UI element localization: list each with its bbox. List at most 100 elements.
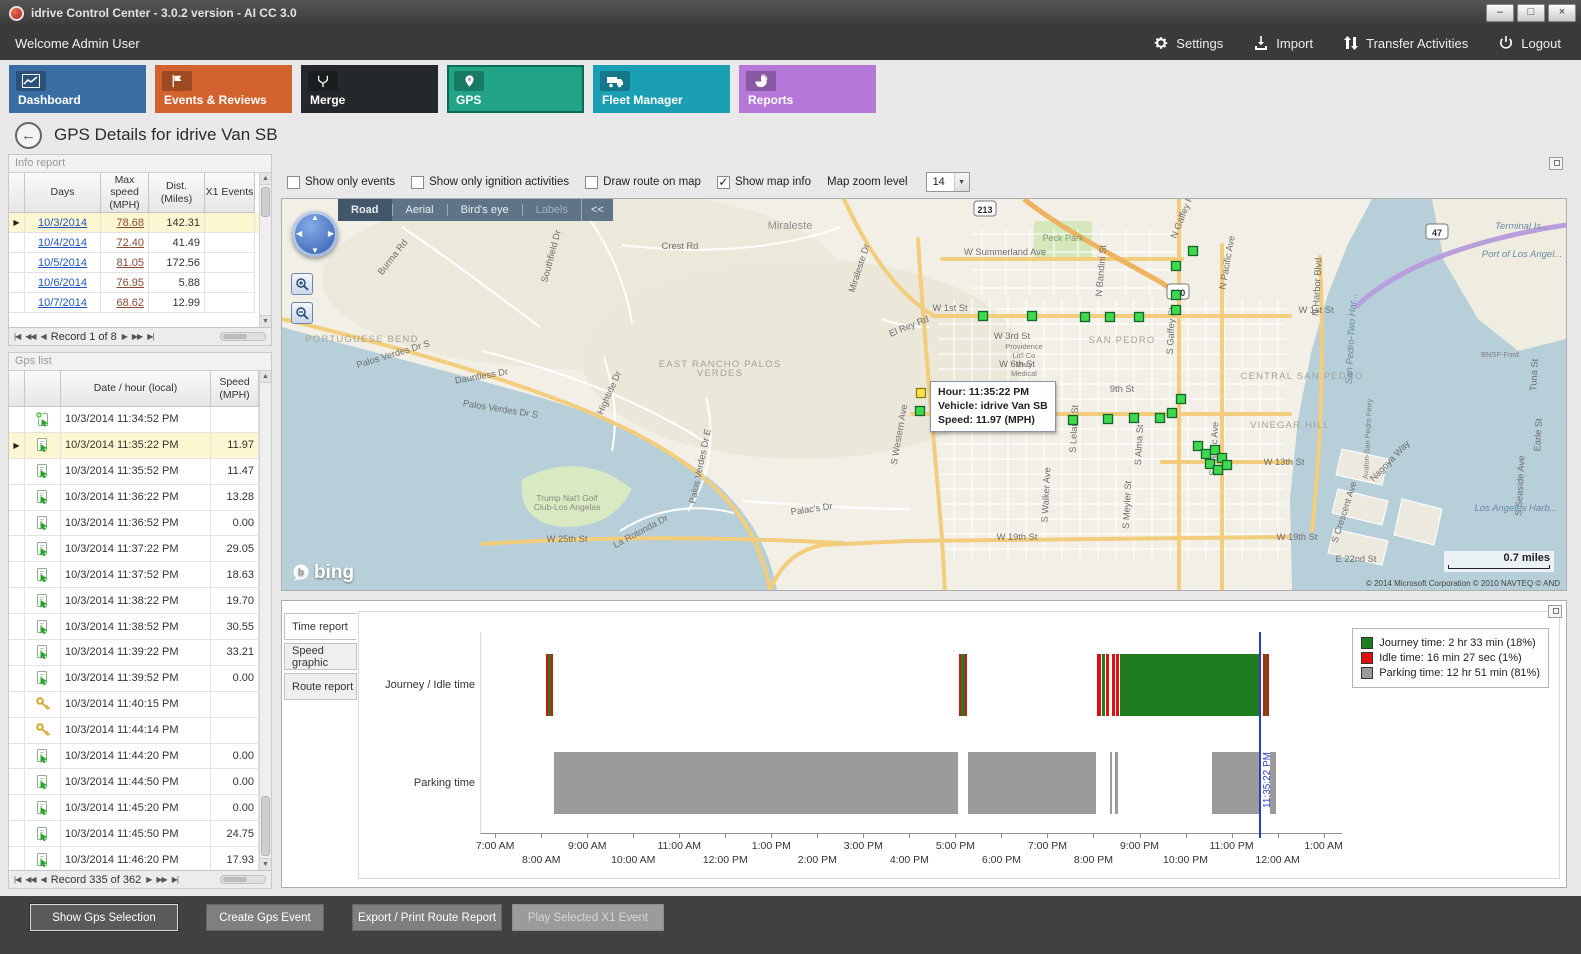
gps-marker[interactable] <box>1130 414 1139 423</box>
prev-page-button[interactable]: ◀◀ <box>25 875 35 884</box>
first-button[interactable]: |◀ <box>14 875 20 884</box>
gps-list-row[interactable]: 10/3/2014 11:45:20 PM0.00 <box>9 795 271 821</box>
map-style-tab-road[interactable]: Road <box>338 199 392 221</box>
prev-page-button[interactable]: ◀◀ <box>25 332 35 341</box>
nav-tab-events-reviews[interactable]: Events & Reviews <box>155 65 292 113</box>
close-button[interactable]: × <box>1548 4 1576 22</box>
gps-list-row[interactable]: 10/3/2014 11:37:52 PM18.63 <box>9 562 271 588</box>
gps-list-row[interactable]: 10/3/2014 11:45:50 PM24.75 <box>9 821 271 847</box>
scroll-thumb[interactable] <box>261 796 270 856</box>
report-tab-time-report[interactable]: Time report <box>284 613 357 640</box>
next-button[interactable]: ▶ <box>122 332 127 341</box>
gps-marker[interactable] <box>1177 395 1186 404</box>
next-page-button[interactable]: ▶▶ <box>156 875 166 884</box>
gps-list-row[interactable]: 10/3/2014 11:44:20 PM0.00 <box>9 744 271 770</box>
max-speed-link[interactable]: 76.95 <box>116 277 144 289</box>
gps-list-row[interactable]: 10/3/2014 11:46:20 PM17.93 <box>9 847 271 870</box>
gps-list-row[interactable]: 10/3/2014 11:36:22 PM13.28 <box>9 485 271 511</box>
pager-scroll-thumb[interactable] <box>223 877 247 882</box>
gps-list-row[interactable]: 10/3/2014 11:35:52 PM11.47 <box>9 459 271 485</box>
nav-tab-fleet-manager[interactable]: Fleet Manager <box>593 65 730 113</box>
gps-list-row[interactable]: 10/3/2014 11:37:22 PM29.05 <box>9 536 271 562</box>
checkbox-box[interactable]: ✓ <box>717 176 730 189</box>
nav-tab-gps[interactable]: GPS <box>447 65 584 113</box>
nav-tab-dashboard[interactable]: Dashboard <box>9 65 146 113</box>
checkbox-box[interactable] <box>287 176 300 189</box>
last-button[interactable]: ▶| <box>147 332 153 341</box>
day-link[interactable]: 10/3/2014 <box>38 217 87 229</box>
pager-scroll-thumb[interactable] <box>223 334 247 339</box>
gps-marker[interactable] <box>1028 312 1037 321</box>
report-tab-route-report[interactable]: Route report <box>284 673 357 700</box>
gps-list-row[interactable]: 10/3/2014 11:44:14 PM <box>9 718 271 744</box>
pager-scrollbar[interactable] <box>220 332 266 341</box>
gps-marker[interactable] <box>1214 466 1223 475</box>
map-zoom-select[interactable]: 14▼ <box>926 172 970 192</box>
scroll-down-button[interactable]: ▼ <box>260 858 271 870</box>
gps-list-row[interactable]: ▶10/3/2014 11:35:22 PM11.97 <box>9 433 271 459</box>
map-zoom-in-button[interactable] <box>291 273 313 295</box>
gps-marker[interactable] <box>1135 313 1144 322</box>
next-page-button[interactable]: ▶▶ <box>132 332 142 341</box>
max-speed-link[interactable]: 78.68 <box>116 217 144 229</box>
gps-list-row[interactable]: 10/3/2014 11:36:52 PM0.00 <box>9 511 271 537</box>
gps-marker[interactable] <box>1081 313 1090 322</box>
maximize-button[interactable]: □ <box>1517 4 1545 22</box>
gps-list-row[interactable]: 10/3/2014 11:38:52 PM30.55 <box>9 614 271 640</box>
day-link[interactable]: 10/7/2014 <box>38 297 87 309</box>
gps-marker[interactable] <box>916 407 925 416</box>
checkbox-draw-route-on-map[interactable]: Draw route on map <box>585 176 701 189</box>
info-table-row[interactable]: 10/7/201468.6212.99 <box>9 293 271 313</box>
gps-marker[interactable] <box>1069 416 1078 425</box>
info-table-row[interactable]: 10/4/201472.4041.49 <box>9 233 271 253</box>
report-tab-speed-graphic[interactable]: Speed graphic <box>284 643 357 670</box>
gps-table-scrollbar[interactable]: ▲▼ <box>259 371 271 870</box>
info-table-scrollbar[interactable]: ▲▼ <box>259 173 271 327</box>
gps-marker[interactable] <box>1223 461 1232 470</box>
map-style-tab-aerial[interactable]: Aerial <box>393 199 447 221</box>
day-link[interactable]: 10/4/2014 <box>38 237 87 249</box>
minimize-button[interactable]: – <box>1486 4 1514 22</box>
logout-button[interactable]: Logout <box>1498 35 1561 51</box>
nav-tab-merge[interactable]: Merge <box>301 65 438 113</box>
max-speed-link[interactable]: 72.40 <box>116 237 144 249</box>
gps-list-row[interactable]: 10/3/2014 11:38:22 PM19.70 <box>9 588 271 614</box>
checkbox-box[interactable] <box>411 176 424 189</box>
gps-marker[interactable] <box>1172 291 1181 300</box>
selected-gps-marker[interactable] <box>917 389 926 398</box>
transfer-activities-button[interactable]: Transfer Activities <box>1343 35 1468 51</box>
checkbox-box[interactable] <box>585 176 598 189</box>
checkbox-show-map-info[interactable]: ✓Show map info <box>717 176 811 189</box>
day-link[interactable]: 10/6/2014 <box>38 277 87 289</box>
map-tabs-collapse-button[interactable]: << <box>581 199 613 221</box>
collapse-top-panel-button[interactable] <box>1549 157 1563 170</box>
next-button[interactable]: ▶ <box>146 875 151 884</box>
first-button[interactable]: |◀ <box>14 332 20 341</box>
info-table-row[interactable]: 10/5/201481.05172.56 <box>9 253 271 273</box>
info-table-row[interactable]: 10/6/201476.955.88 <box>9 273 271 293</box>
settings-button[interactable]: Settings <box>1153 35 1223 51</box>
export-print-route-report-button[interactable]: Export / Print Route Report <box>352 904 502 931</box>
map-zoom-out-button[interactable] <box>291 302 313 324</box>
gps-marker[interactable] <box>1106 313 1115 322</box>
gps-marker[interactable] <box>1202 450 1211 459</box>
gps-list-row[interactable]: 10/3/2014 11:44:50 PM0.00 <box>9 769 271 795</box>
gps-list-row[interactable]: 10/3/2014 11:39:52 PM0.00 <box>9 666 271 692</box>
checkbox-show-only-events[interactable]: Show only events <box>287 176 395 189</box>
gps-marker[interactable] <box>1104 415 1113 424</box>
gps-list-row[interactable]: 10/3/2014 11:40:15 PM <box>9 692 271 718</box>
prev-button[interactable]: ◀ <box>41 875 46 884</box>
show-gps-selection-button[interactable]: Show Gps Selection <box>30 904 178 931</box>
import-button[interactable]: Import <box>1253 35 1313 51</box>
map-style-tab-labels[interactable]: Labels <box>523 199 581 221</box>
gps-marker[interactable] <box>1172 306 1181 315</box>
map-compass-control[interactable]: ▲▼◀▶ <box>292 211 338 257</box>
prev-button[interactable]: ◀ <box>41 332 46 341</box>
gps-list-row[interactable]: 10/3/2014 11:34:52 PM <box>9 407 271 433</box>
last-button[interactable]: ▶| <box>172 875 178 884</box>
scroll-down-button[interactable]: ▼ <box>260 315 271 327</box>
scroll-thumb[interactable] <box>261 187 270 217</box>
back-button[interactable]: ← <box>15 122 42 149</box>
max-speed-link[interactable]: 68.62 <box>116 297 144 309</box>
gps-marker[interactable] <box>1168 409 1177 418</box>
